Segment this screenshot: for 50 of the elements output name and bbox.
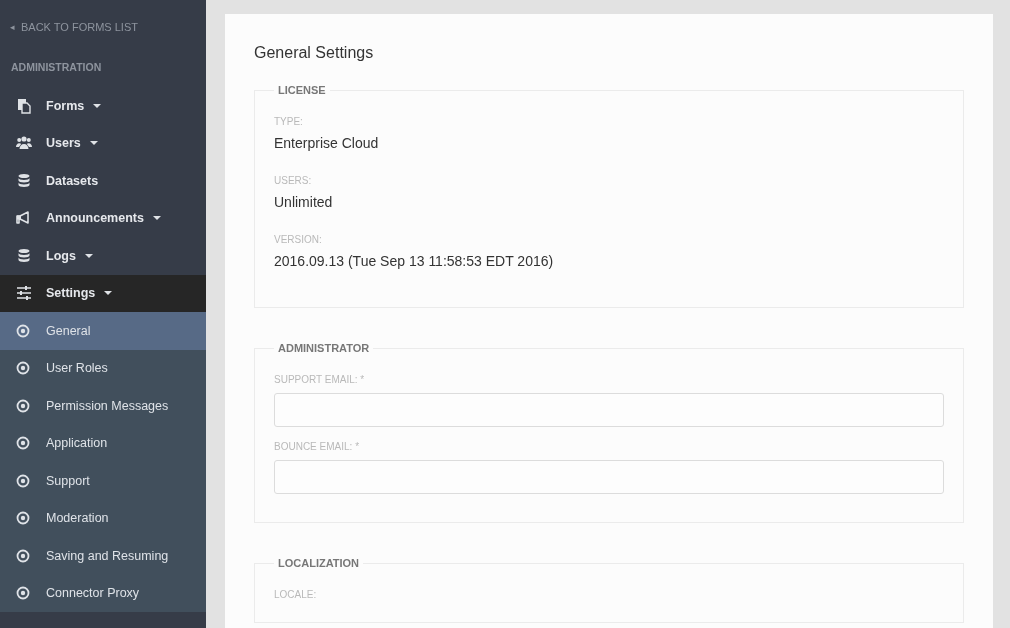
nav-subitem[interactable]: General xyxy=(0,312,206,350)
database-icon xyxy=(16,247,32,264)
nav-subitem[interactable]: Application xyxy=(0,424,206,462)
input-field[interactable] xyxy=(274,460,944,494)
field-label: USERS: xyxy=(274,175,313,186)
radio-icon xyxy=(16,323,30,338)
field-value: 2016.09.13 (Tue Sep 13 11:58:53 EDT 2016) xyxy=(274,253,555,269)
page-title: General Settings xyxy=(254,44,375,62)
radio-icon xyxy=(16,361,30,376)
nav-subitem[interactable]: Permission Messages xyxy=(0,387,206,425)
sliders-icon xyxy=(16,285,32,302)
forms-icon xyxy=(16,97,32,114)
nav-item[interactable]: Forms xyxy=(0,87,206,125)
input-field[interactable] xyxy=(274,393,944,427)
users-icon xyxy=(16,135,32,152)
caret-icon xyxy=(152,216,161,221)
nav-item[interactable]: Logs xyxy=(0,237,206,275)
nav-subitem[interactable]: Support xyxy=(0,462,206,500)
back-link[interactable]: ◂ BACK TO FORMS LIST xyxy=(0,0,206,35)
field-label: TYPE: xyxy=(274,116,304,127)
fieldset-legend: LICENSE xyxy=(274,84,330,96)
field-value: Enterprise Cloud xyxy=(274,135,380,151)
field-label: BOUNCE EMAIL: * xyxy=(274,441,361,452)
nav-subitem[interactable]: Moderation xyxy=(0,499,206,537)
radio-icon xyxy=(16,548,30,563)
radio-icon xyxy=(16,473,30,488)
radio-icon xyxy=(16,586,30,601)
nav-item[interactable]: Settings xyxy=(0,274,206,312)
nav-item[interactable]: Users xyxy=(0,124,206,162)
database-icon xyxy=(16,172,32,189)
fieldset-legend: LOCALIZATION xyxy=(274,557,364,569)
caret-icon xyxy=(89,141,98,146)
caret-icon xyxy=(93,103,102,108)
nav-item[interactable]: Datasets xyxy=(0,162,206,200)
caret-icon xyxy=(84,253,93,258)
section-heading: ADMINISTRATION xyxy=(10,60,103,75)
megaphone-icon xyxy=(16,210,32,227)
field-label: SUPPORT EMAIL: * xyxy=(274,374,366,385)
nav-item[interactable]: Announcements xyxy=(0,199,206,237)
nav-subitem[interactable]: User Roles xyxy=(0,349,206,387)
fieldset-legend: ADMINISTRATOR xyxy=(274,342,374,354)
caret-icon xyxy=(104,291,113,296)
field-label: LOCALE: xyxy=(274,589,318,600)
field-label: VERSION: xyxy=(274,234,323,245)
radio-icon xyxy=(16,436,30,451)
radio-icon xyxy=(16,398,30,413)
field-value: Unlimited xyxy=(274,194,334,210)
nav-subitem[interactable]: Saving and Resuming xyxy=(0,537,206,575)
nav-subitem[interactable]: Connector Proxy xyxy=(0,574,206,612)
radio-icon xyxy=(16,511,30,526)
